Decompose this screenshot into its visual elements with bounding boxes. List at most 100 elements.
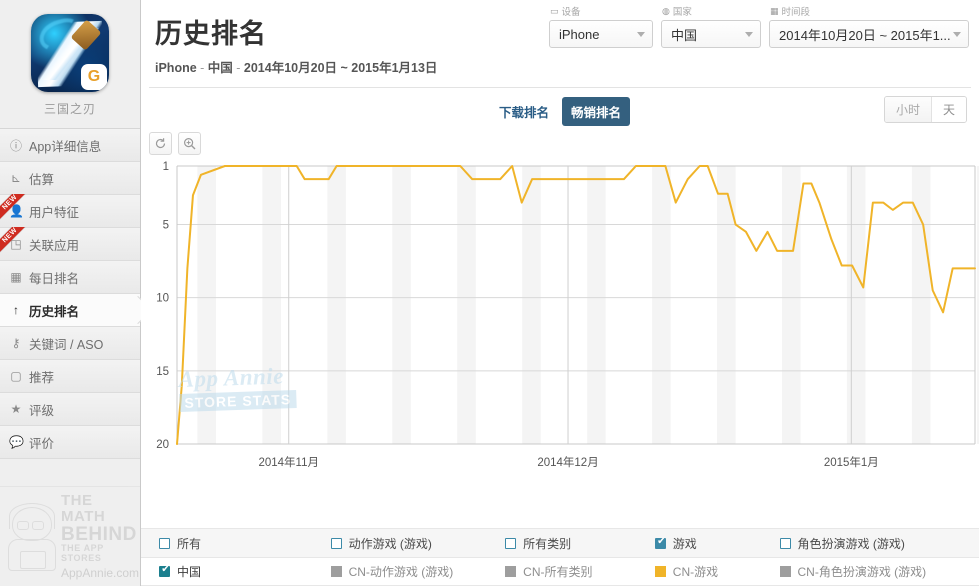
subtitle-country: 中国 [207,61,233,75]
country-select[interactable]: 中国 [661,20,761,48]
chevron-down-icon [745,32,753,37]
sidebar-nav: ⓘ App详细信息 ⊾ 估算 NEW 👤 用户特征 NEW ◳ 关联应用 ▦ 每… [0,128,140,459]
zoom-in-icon[interactable] [178,132,201,155]
sidebar-item-app-details[interactable]: ⓘ App详细信息 [0,129,140,162]
sidebar-item-label: 每日排名 [29,271,80,286]
branding-text: THE MATH BEHIND THE APP STORES AppAnnie.… [61,493,139,580]
legend-label: 游戏 [672,536,697,551]
svg-text:10: 10 [156,293,169,305]
tencent-badge-icon: G [81,64,107,90]
checkbox-icon[interactable] [505,537,517,549]
calendar-icon: ▦ [10,270,22,284]
sword-dragon-app-icon[interactable]: G [31,14,109,92]
main-content: 历史排名 iPhone - 中国 - 2014年10月20日 ~ 2015年1月… [141,0,979,586]
branding-line-2: BEHIND [61,523,137,545]
country-filter: ◍ 国家 中国 [661,4,761,48]
svg-text:2015年1月: 2015年1月 [824,455,879,469]
sidebar: G 三国之刃 ⓘ App详细信息 ⊾ 估算 NEW 👤 用户特征 NEW ◳ 关… [0,0,141,586]
legend-series-china[interactable]: 中国 [141,563,331,580]
page-header: 历史排名 iPhone - 中国 - 2014年10月20日 ~ 2015年1月… [141,0,979,88]
rank-type-tabs: 下载排名 畅销排名 [141,97,979,126]
book-icon: ▢ [10,369,22,383]
country-filter-label-row: ◍ 国家 [661,4,761,19]
legend-label: 角色扮演游戏 (游戏) [797,536,905,551]
sidebar-item-user-demographics[interactable]: NEW 👤 用户特征 [0,194,140,228]
series-swatch [654,566,666,577]
rank-history-chart[interactable]: 151015202014年11月 2014年12月 2015年1月 [141,156,979,484]
arrow-up-icon: ↑ [13,303,19,317]
calendar-icon: ▦ [770,5,779,16]
granularity-hour-button[interactable]: 小时 [884,97,931,122]
legend-series-cn-action-games[interactable]: CN-动作游戏 (游戏) [330,563,506,580]
series-swatch [505,566,517,577]
granularity-toggle: 小时 天 [883,96,967,123]
chart-legend: 所有 动作游戏 (游戏) 所有类别 游戏 角色扮演游戏 (游戏) [141,528,979,586]
device-filter-label-row: ▭ 设备 [549,4,653,19]
legend-label: CN-所有类别 [523,565,593,579]
series-swatch [330,566,342,577]
sidebar-item-daily-ranks[interactable]: ▦ 每日排名 [0,261,140,294]
legend-checkbox-all[interactable]: 所有 [141,535,331,552]
reset-zoom-icon[interactable] [149,132,172,155]
date-range-value: 2014年10月20日 ~ 2015年1... [779,27,951,43]
svg-text:2014年12月: 2014年12月 [537,455,598,469]
subtitle-separator-2: - [232,61,244,75]
sidebar-item-reviews[interactable]: 💬 评价 [0,426,140,459]
app-title: 三国之刃 [43,102,96,116]
checkbox-icon[interactable] [159,564,171,577]
legend-label: 中国 [177,565,202,579]
comment-icon: 💬 [9,435,24,449]
date-filter: ▦ 时间段 2014年10月20日 ~ 2015年1... [769,4,969,48]
checkbox-icon[interactable] [654,536,667,549]
legend-checkbox-action-games[interactable]: 动作游戏 (游戏) [330,535,506,552]
globe-icon: ◍ [662,5,670,16]
subtitle-device: iPhone [155,61,197,75]
legend-label: 动作游戏 (游戏) [348,536,432,551]
sidebar-item-related-apps[interactable]: NEW ◳ 关联应用 [0,227,140,261]
checkbox-icon[interactable] [779,537,791,549]
date-range-select[interactable]: 2014年10月20日 ~ 2015年1... [769,20,969,48]
legend-checkbox-all-categories[interactable]: 所有类别 [505,535,655,552]
legend-checkbox-rpg[interactable]: 角色扮演游戏 (游戏) [779,535,979,552]
svg-text:5: 5 [163,220,169,232]
chevron-down-icon [953,32,961,37]
legend-label: CN-角色扮演游戏 (游戏) [797,565,927,579]
date-filter-label-row: ▦ 时间段 [769,4,969,19]
device-filter-label: 设备 [561,7,581,18]
app-icon-container: G [0,0,140,100]
sidebar-footer-branding: THE MATH BEHIND THE APP STORES AppAnnie.… [0,486,140,586]
country-filter-label: 国家 [672,7,692,18]
sidebar-item-ratings[interactable]: ★ 评级 [0,393,140,426]
granularity-day-button[interactable]: 天 [930,97,966,122]
subtitle-date-range: 2014年10月20日 ~ 2015年1月13日 [243,61,438,75]
checkbox-icon[interactable] [330,537,342,549]
tab-download-rank[interactable]: 下载排名 [490,97,558,126]
chart-icon: ⊾ [10,171,22,185]
legend-series-cn-games[interactable]: CN-游戏 [654,563,780,580]
chevron-down-icon [637,32,645,37]
sidebar-item-label: 关联应用 [29,238,80,253]
page-subtitle: iPhone - 中国 - 2014年10月20日 ~ 2015年1月13日 [155,57,979,76]
tab-grossing-rank[interactable]: 畅销排名 [562,97,631,126]
star-icon: ★ [10,402,22,416]
sidebar-item-featured[interactable]: ▢ 推荐 [0,360,140,393]
sidebar-item-estimates[interactable]: ⊾ 估算 [0,162,140,195]
girl-with-tablet-mascot-icon [6,501,58,573]
sidebar-item-rank-history[interactable]: ↑ 历史排名 [0,294,140,327]
checkbox-icon[interactable] [159,537,170,549]
sidebar-item-label: 推荐 [29,370,55,385]
legend-series-cn-rpg[interactable]: CN-角色扮演游戏 (游戏) [779,563,979,580]
apps-icon: ◳ [10,237,22,251]
sidebar-item-keywords-aso[interactable]: ⚷ 关键词 / ASO [0,327,140,360]
sidebar-item-label: 估算 [29,172,55,187]
device-select[interactable]: iPhone [549,20,653,48]
sidebar-item-label: 评价 [29,436,55,451]
date-filter-label: 时间段 [781,7,811,18]
legend-series-cn-all-categories[interactable]: CN-所有类别 [505,563,655,580]
key-icon: ⚷ [11,336,21,350]
legend-checkbox-games[interactable]: 游戏 [654,535,780,552]
sidebar-item-label: App详细信息 [29,139,102,154]
svg-text:2014年11月: 2014年11月 [258,455,319,469]
person-icon: 👤 [9,204,24,218]
filter-bar: ▭ 设备 iPhone ◍ 国家 中国 ▦ 时间段 2014年10月20日 ~ … [549,4,969,48]
